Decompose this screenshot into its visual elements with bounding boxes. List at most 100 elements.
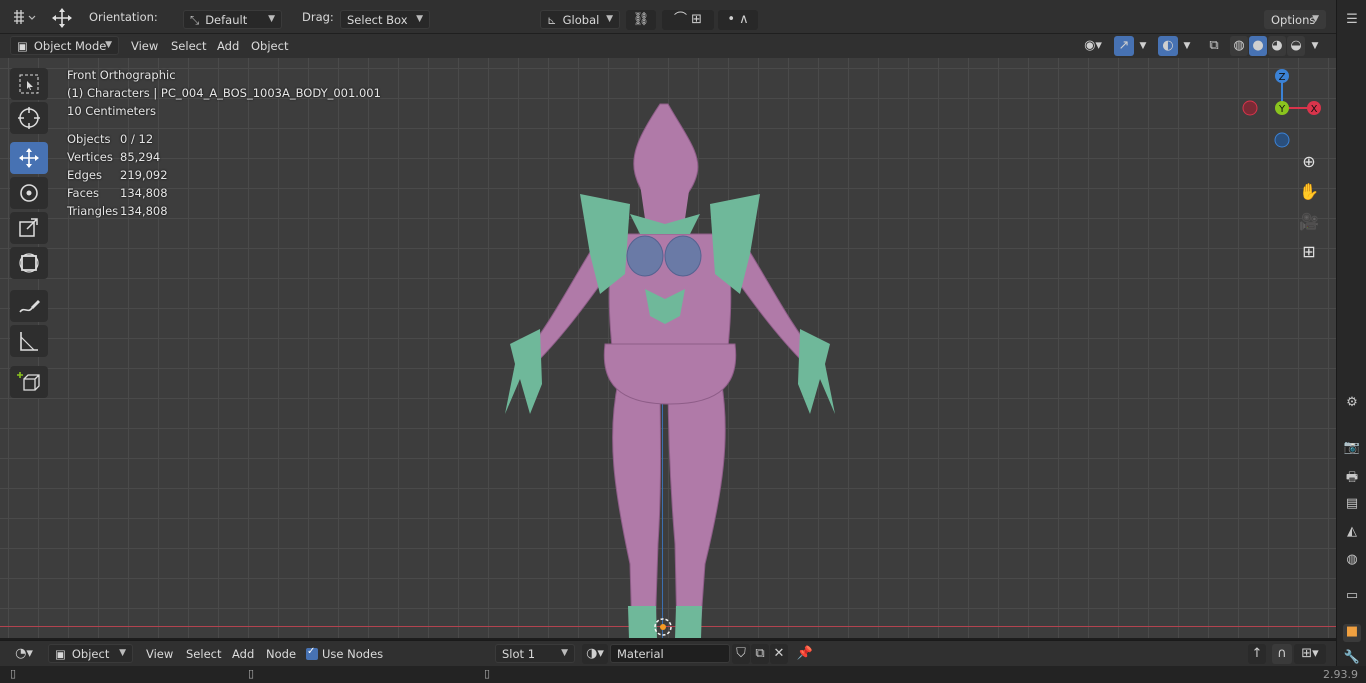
tool-cursor[interactable] [10, 102, 48, 134]
material-name-value: Material [617, 647, 664, 661]
snap-button[interactable]: ⌒ ⊞ [662, 10, 714, 30]
mode-dropdown[interactable]: ▣ Object Mode ▼ [10, 36, 119, 55]
snap-element-dropdown[interactable]: ⊞▾ [1294, 644, 1326, 664]
toggle-ortho-button[interactable]: ⊞ [1295, 238, 1323, 266]
mouse-left-icon: ▯ [10, 667, 17, 680]
parent-node-tree-button[interactable]: ↑ [1248, 644, 1266, 664]
slot-value: Slot 1 [502, 647, 536, 661]
outliner-filter-icon[interactable]: ☰ [1343, 12, 1361, 30]
snap-node-button[interactable]: ∩ [1272, 644, 1292, 664]
shading-solid[interactable]: ● [1249, 36, 1267, 56]
transform-orientation-dropdown[interactable]: ⊾ Global ▼ [540, 10, 620, 29]
zoom-icon: ⊕ [1302, 152, 1316, 171]
xray-toggle[interactable]: ⧉ [1204, 36, 1224, 56]
chevron-down-icon: ▼ [561, 648, 568, 658]
menu-view[interactable]: View [131, 39, 158, 53]
rotate-icon [20, 184, 38, 202]
menu-add[interactable]: Add [217, 39, 239, 53]
tool-rotate[interactable] [10, 177, 48, 209]
transform-orientation-value: Global [562, 13, 600, 27]
orientation-dropdown[interactable]: ⤡ Default ▼ [183, 10, 282, 29]
shader-type-dropdown[interactable]: ▣ Object ▼ [48, 644, 133, 663]
render-tab-icon[interactable]: 📷 [1343, 440, 1361, 458]
object-tab-icon[interactable]: ■ [1343, 624, 1361, 642]
camera-view-button[interactable]: 🎥 [1295, 208, 1323, 236]
tool-scale[interactable] [10, 212, 48, 244]
tool-select-box[interactable] [10, 68, 48, 100]
chevron-down-icon: ▼ [1311, 41, 1319, 51]
drag-value: Select Box [347, 13, 408, 27]
move-gizmo-button[interactable] [48, 7, 76, 28]
node-menu-node[interactable]: Node [266, 647, 296, 661]
scene-tab-icon[interactable]: ◭ [1343, 524, 1361, 542]
orientation-value: Default [205, 13, 248, 27]
tool-move[interactable] [10, 142, 48, 174]
gizmo-neg-x[interactable] [1242, 100, 1258, 116]
shading-material[interactable]: ◕ [1268, 36, 1286, 56]
unlink-material-button[interactable]: ✕ [770, 644, 788, 664]
tool-add-cube[interactable] [10, 366, 48, 398]
3d-viewport[interactable]: Front Orthographic (1) Characters | PC_0… [0, 58, 1336, 638]
zoom-button[interactable]: ⊕ [1295, 148, 1323, 176]
shading-dropdown[interactable]: ▼ [1308, 36, 1322, 56]
shader-editor-header: ◔▾ ▣ Object ▼ View Select Add Node ✓ Use … [0, 640, 1336, 666]
slot-dropdown[interactable]: Slot 1 ▼ [495, 644, 575, 663]
scale-icon [19, 218, 38, 237]
close-icon: ✕ [773, 646, 785, 661]
overlay-dropdown[interactable]: ▼ [1180, 36, 1194, 56]
shading-rendered[interactable]: ◒ [1287, 36, 1305, 56]
visibility-button[interactable]: ◉▾ [1078, 36, 1108, 56]
tool-annotate[interactable] [10, 290, 48, 322]
view-layer-tab-icon[interactable]: ▤ [1343, 496, 1361, 514]
tool-measure[interactable] [10, 325, 48, 357]
editor-type-button[interactable] [8, 8, 40, 28]
gizmo-toggle[interactable]: ↗ [1114, 36, 1134, 56]
overlay-toggle[interactable]: ◐ [1158, 36, 1178, 56]
options-dropdown[interactable]: Options ▼ [1264, 10, 1326, 29]
collection-tab-icon[interactable]: ▭ [1343, 588, 1361, 606]
gizmo-icon: ↗ [1118, 38, 1130, 53]
shading-wireframe-icon: ◍ [1233, 38, 1245, 53]
visibility-icon: ◉▾ [1084, 38, 1102, 53]
origin-marker [654, 618, 672, 636]
proportional-icon: • ∧ [727, 12, 749, 27]
fake-user-button[interactable]: ⛉ [732, 644, 750, 664]
gizmo-y-label: Y [1278, 104, 1286, 115]
menu-object[interactable]: Object [251, 39, 288, 53]
shading-material-icon: ◕ [1271, 38, 1283, 53]
annotate-icon [19, 300, 40, 313]
material-browse-button[interactable]: ◑▾ [582, 644, 608, 664]
tool-tab-icon[interactable]: ⚙ [1343, 395, 1361, 413]
camera-icon: 🎥 [1299, 212, 1319, 231]
shading-solid-icon: ● [1252, 38, 1264, 53]
node-menu-select[interactable]: Select [186, 647, 221, 661]
shading-wireframe[interactable]: ◍ [1230, 36, 1248, 56]
editor-type-button[interactable]: ◔▾ [8, 644, 40, 664]
tool-transform[interactable] [10, 247, 48, 279]
pivot-point-button[interactable]: ⛓ [626, 10, 656, 30]
proportional-edit-button[interactable]: • ∧ [718, 10, 758, 30]
pin-icon: 📌 [796, 646, 814, 661]
duplicate-material-button[interactable]: ⧉ [751, 644, 769, 664]
material-name-field[interactable]: Material [610, 644, 730, 663]
pin-button[interactable]: 📌 [796, 644, 814, 664]
gizmo-z-label: Z [1279, 72, 1286, 83]
node-menu-add[interactable]: Add [232, 647, 254, 661]
character-model[interactable] [480, 58, 840, 638]
xray-icon: ⧉ [1209, 38, 1219, 53]
chevron-down-icon: ▼ [1312, 14, 1319, 24]
navigation-gizmo[interactable]: Z X Y [1240, 66, 1324, 150]
gizmo-neg-z[interactable] [1274, 132, 1290, 148]
world-tab-icon[interactable]: ◍ [1343, 552, 1361, 570]
chevron-down-icon: ▼ [105, 40, 112, 50]
gizmo-dropdown[interactable]: ▼ [1136, 36, 1150, 56]
use-nodes-checkbox[interactable]: ✓ [306, 646, 318, 660]
drag-dropdown[interactable]: Select Box ▼ [340, 10, 430, 29]
output-tab-icon[interactable]: 🖶 [1343, 468, 1361, 486]
stat-faces: Faces 134,808 [67, 186, 168, 200]
shader-editor-icon: ◔▾ [15, 646, 33, 661]
node-menu-view[interactable]: View [146, 647, 173, 661]
chevron-down-icon: ▼ [416, 14, 423, 24]
menu-select[interactable]: Select [171, 39, 206, 53]
pan-button[interactable]: ✋ [1295, 178, 1323, 206]
